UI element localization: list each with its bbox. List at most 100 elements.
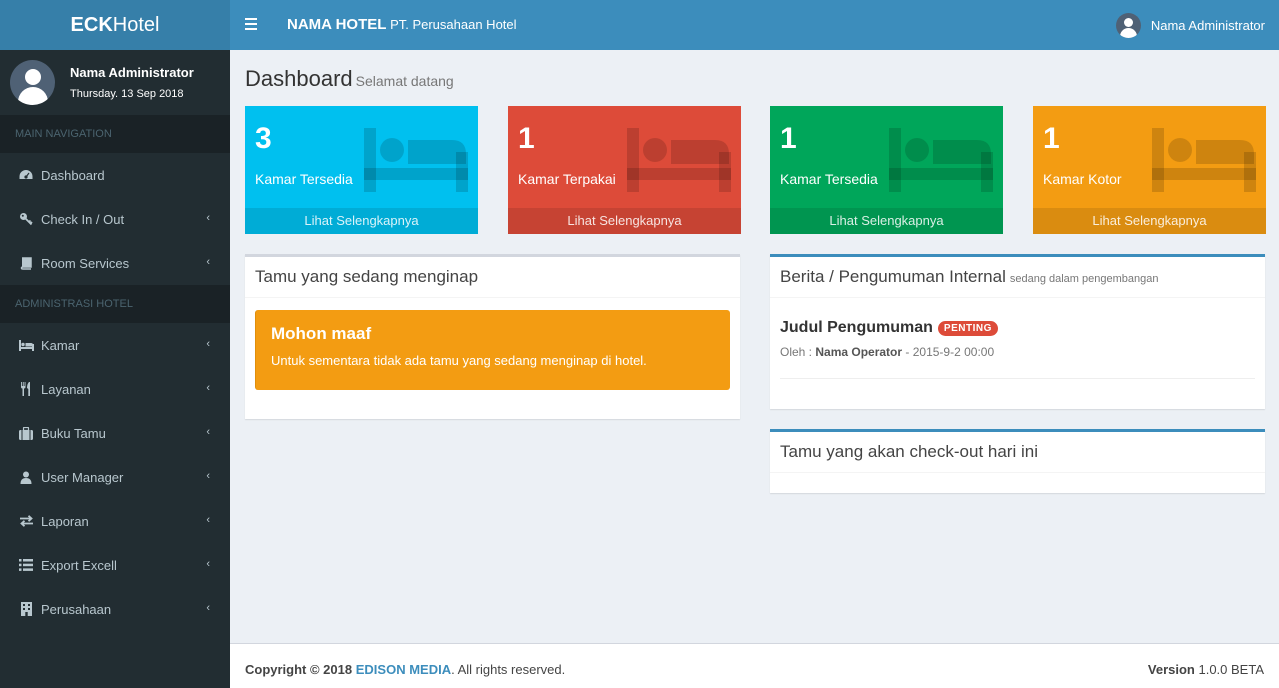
announcement-title-text: Judul Pengumuman <box>780 319 933 336</box>
avatar <box>10 60 55 105</box>
user-menu-name: Nama Administrator <box>1150 18 1265 33</box>
nav-header-main: MAIN NAVIGATION <box>0 115 230 153</box>
status-badge: PENTING <box>937 320 998 336</box>
stat-value: 1 <box>780 122 797 155</box>
box-title: Tamu yang akan check-out hari ini <box>770 432 1265 473</box>
company-link[interactable]: EDISON MEDIA <box>356 662 451 677</box>
sidebar-item-label: User Manager <box>41 469 124 485</box>
sidebar-item-user-manager[interactable]: User Manager ‹ <box>0 455 230 499</box>
dashboard-icon <box>18 168 34 182</box>
box-title: Berita / Pengumuman Internal <box>780 267 1006 286</box>
stat-label: Kamar Tersedia <box>255 171 353 187</box>
user-name: Nama Administrator <box>70 65 194 80</box>
sidebar-item-buku-tamu[interactable]: Buku Tamu ‹ <box>0 411 230 455</box>
chevron-left-icon: ‹ <box>206 426 210 438</box>
chevron-left-icon: ‹ <box>206 558 210 570</box>
news-box: Berita / Pengumuman Internal sedang dala… <box>770 254 1265 409</box>
bed-icon <box>364 128 468 192</box>
no-guests-alert: Mohon maaf Untuk sementara tidak ada tam… <box>255 310 730 390</box>
announcement-date: - 2015-9-2 00:00 <box>905 345 995 359</box>
more-info-link[interactable]: Lihat Selengkapnya <box>1033 208 1266 234</box>
main-content: Dashboard Selamat datang 3 Kamar Tersedia… <box>230 50 1279 643</box>
bed-icon <box>627 128 731 192</box>
box-header: Berita / Pengumuman Internal sedang dala… <box>770 257 1265 298</box>
page-title: Dashboard Selamat datang <box>245 66 454 92</box>
bed-icon <box>1152 128 1256 192</box>
user-panel: Nama Administrator Thursday. 13 Sep 2018 <box>0 50 230 115</box>
rights-text: . All rights reserved. <box>451 662 566 677</box>
sidebar-item-label: Room Services <box>41 255 130 271</box>
stat-box-rooms-occupied: 1 Kamar Terpakai Lihat Selengkapnya <box>508 106 741 234</box>
chevron-left-icon: ‹ <box>206 514 210 526</box>
more-info-link[interactable]: Lihat Selengkapnya <box>245 208 478 234</box>
stat-label: Kamar Terpakai <box>518 171 616 187</box>
sidebar-item-label: Buku Tamu <box>41 425 106 441</box>
divider <box>780 378 1255 379</box>
building-icon <box>18 602 34 616</box>
announcement-author: Nama Operator <box>815 345 903 359</box>
sidebar-item-room-services[interactable]: Room Services ‹ <box>0 241 230 285</box>
copyright-text: Copyright © 2018 <box>245 662 353 677</box>
stat-box-rooms-available: 3 Kamar Tersedia Lihat Selengkapnya <box>245 106 478 234</box>
stat-label: Kamar Kotor <box>1043 171 1122 187</box>
stat-box-rooms-dirty: 1 Kamar Kotor Lihat Selengkapnya <box>1033 106 1266 234</box>
cutlery-icon <box>18 382 34 396</box>
chevron-left-icon: ‹ <box>206 338 210 350</box>
bed-icon <box>18 338 34 352</box>
user-date: Thursday. 13 Sep 2018 <box>70 88 184 100</box>
version-value: 1.0.0 BETA <box>1198 662 1264 677</box>
announcement-title[interactable]: Judul Pengumuman PENTING <box>780 319 998 337</box>
sidebar-item-label: Laporan <box>41 513 89 529</box>
chevron-left-icon: ‹ <box>206 602 210 614</box>
sidebar-item-check-in-out[interactable]: Check In / Out ‹ <box>0 197 230 241</box>
current-guests-box: Tamu yang sedang menginap Mohon maaf Unt… <box>245 254 740 419</box>
page-title-text: Dashboard <box>245 66 353 91</box>
box-title: Tamu yang sedang menginap <box>245 257 740 298</box>
chevron-left-icon: ‹ <box>206 470 210 482</box>
stat-value: 1 <box>518 122 535 155</box>
more-info-link[interactable]: Lihat Selengkapnya <box>508 208 741 234</box>
stat-box-rooms-available-2: 1 Kamar Tersedia Lihat Selengkapnya <box>770 106 1003 234</box>
sidebar-item-laporan[interactable]: Laporan ‹ <box>0 499 230 543</box>
alert-title: Mohon maaf <box>271 324 372 343</box>
sidebar-item-export-excell[interactable]: Export Excell ‹ <box>0 543 230 587</box>
box-subtitle: sedang dalam pengembangan <box>1009 272 1159 285</box>
sidebar-item-label: Kamar <box>41 337 80 353</box>
suitcase-icon <box>18 426 34 440</box>
chevron-left-icon: ‹ <box>206 256 210 268</box>
sidebar-item-perusahaan[interactable]: Perusahaan ‹ <box>0 587 230 631</box>
chevron-left-icon: ‹ <box>206 212 210 224</box>
book-icon <box>18 256 34 270</box>
menu-toggle-icon[interactable] <box>245 18 257 33</box>
stat-label: Kamar Tersedia <box>780 171 878 187</box>
sidebar-item-label: Perusahaan <box>41 601 112 617</box>
sidebar-item-label: Layanan <box>41 381 91 397</box>
more-info-link[interactable]: Lihat Selengkapnya <box>770 208 1003 234</box>
sidebar-item-label: Dashboard <box>41 167 105 183</box>
logo-bold: ECK <box>70 13 113 36</box>
chevron-left-icon: ‹ <box>206 382 210 394</box>
brand: NAMA HOTEL PT. Perusahaan Hotel <box>287 16 517 33</box>
announcement-meta: Oleh : Nama Operator - 2015-9-2 00:00 <box>780 345 994 359</box>
stat-value: 3 <box>255 122 272 155</box>
sidebar-item-dashboard[interactable]: Dashboard <box>0 153 230 197</box>
key-icon <box>18 212 34 226</box>
user-icon <box>18 470 34 484</box>
user-menu[interactable]: Nama Administrator <box>1115 13 1265 38</box>
copyright: Copyright © 2018 EDISON MEDIA. All right… <box>245 662 565 677</box>
brand-hotel-name: NAMA HOTEL <box>287 16 387 33</box>
avatar <box>1115 13 1141 38</box>
sidebar-item-layanan[interactable]: Layanan ‹ <box>0 367 230 411</box>
top-navbar: NAMA HOTEL PT. Perusahaan Hotel Nama Adm… <box>230 0 1279 50</box>
version: Version 1.0.0 BETA <box>1148 662 1264 677</box>
list-icon <box>18 558 34 572</box>
sidebar: ECK Hotel Nama Administrator Thursday. 13… <box>0 0 230 688</box>
page-subtitle: Selamat datang <box>355 73 454 89</box>
app-logo[interactable]: ECK Hotel <box>0 0 230 50</box>
alert-body: Untuk sementara tidak ada tamu yang seda… <box>271 353 647 368</box>
nav-header-admin: ADMINISTRASI HOTEL <box>0 285 230 323</box>
announcement-by: Oleh : <box>780 345 813 359</box>
stat-value: 1 <box>1043 122 1060 155</box>
sidebar-item-kamar[interactable]: Kamar ‹ <box>0 323 230 367</box>
exchange-icon <box>18 514 34 528</box>
